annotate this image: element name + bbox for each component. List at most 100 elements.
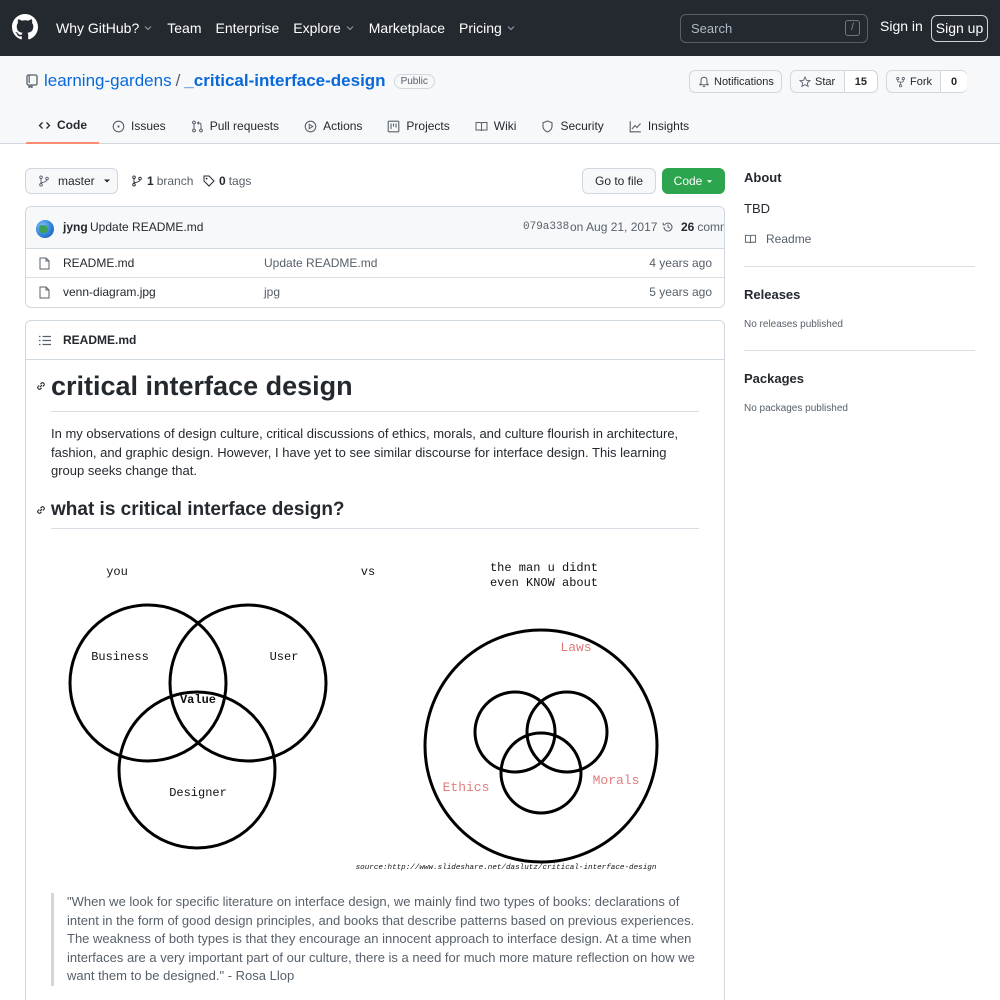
nav-marketplace[interactable]: Marketplace	[369, 20, 445, 36]
file-icon	[39, 257, 50, 270]
file-name-link[interactable]: venn-diagram.jpg	[63, 285, 156, 299]
repo-title: learning-gardens / _critical-interface-d…	[44, 71, 435, 91]
fork-label: Fork	[910, 75, 932, 88]
venn-left-title: you	[106, 565, 128, 579]
star-button[interactable]: Star 15	[790, 70, 878, 93]
branches-link[interactable]: 1 branch	[131, 174, 193, 188]
readme-heading-2: what is critical interface design?	[51, 499, 699, 529]
star-icon	[799, 75, 811, 87]
readme-link[interactable]: Readme	[744, 232, 811, 246]
file-name-link[interactable]: README.md	[63, 256, 134, 270]
tag-label: tags	[228, 174, 252, 188]
tags-link[interactable]: 0 tags	[203, 174, 251, 188]
sign-up-button[interactable]: Sign up	[931, 15, 988, 42]
link-icon[interactable]	[35, 380, 47, 392]
tab-issues[interactable]: Issues	[100, 108, 178, 144]
venn-label-business: Business	[91, 650, 149, 664]
nav-label: Explore	[293, 20, 341, 36]
sidebar-divider	[744, 266, 975, 267]
repo-name-link[interactable]: _critical-interface-design	[184, 71, 385, 91]
tab-projects[interactable]: Projects	[375, 108, 461, 144]
venn-circle-business	[68, 603, 228, 763]
venn-circle-user	[168, 603, 328, 763]
global-header: Why GitHub? Team Enterprise Explore Mark…	[0, 0, 1000, 56]
star-segment: Star	[791, 71, 844, 92]
about-description: TBD	[744, 201, 770, 216]
code-button-label: Code	[673, 174, 703, 188]
code-icon	[38, 121, 51, 129]
book-icon	[475, 121, 488, 131]
file-commit-message[interactable]: jpg	[264, 285, 280, 299]
commit-sha[interactable]: 079a338	[523, 221, 569, 233]
commit-count-label: commits	[697, 220, 724, 234]
search-input[interactable]	[680, 14, 868, 43]
venn-vs-label: vs	[361, 565, 375, 579]
caret-down-icon	[707, 179, 713, 183]
commit-count: 26	[681, 220, 695, 234]
table-row[interactable]: README.md Update README.md 4 years ago	[26, 249, 724, 278]
readme-link-label: Readme	[766, 232, 812, 246]
repo-owner-link[interactable]: learning-gardens	[44, 71, 172, 91]
venn-label-morals: Morals	[593, 773, 640, 788]
tab-pull-requests[interactable]: Pull requests	[179, 108, 291, 144]
releases-heading[interactable]: Releases	[744, 287, 800, 302]
link-icon[interactable]	[35, 504, 47, 516]
chevron-down-icon	[346, 26, 354, 31]
tab-actions[interactable]: Actions	[292, 108, 374, 144]
branch-select-button[interactable]: master	[25, 168, 118, 194]
readme-blockquote: "When we look for specific literature on…	[51, 893, 699, 986]
file-commit-message[interactable]: Update README.md	[264, 256, 377, 270]
branch-count: 1	[147, 174, 154, 188]
avatar[interactable]	[36, 220, 54, 238]
nav-label: Enterprise	[215, 20, 280, 36]
go-to-file-button[interactable]: Go to file	[582, 168, 656, 194]
tab-wiki[interactable]: Wiki	[463, 108, 529, 144]
fork-icon	[896, 76, 905, 87]
readme-filename[interactable]: README.md	[63, 333, 136, 347]
history-icon	[662, 222, 673, 232]
shield-icon	[542, 119, 554, 133]
tab-insights[interactable]: Insights	[617, 108, 701, 144]
commit-author[interactable]: jyng	[63, 220, 88, 234]
github-logo-icon[interactable]	[12, 14, 38, 40]
packages-heading[interactable]: Packages	[744, 371, 804, 386]
nav-pricing[interactable]: Pricing	[459, 20, 516, 36]
file-browser: jyng Update README.md 079a338 on Aug 21,…	[25, 206, 725, 308]
commits-history-link[interactable]: 26 commits	[662, 220, 724, 234]
tab-label: Security	[560, 119, 604, 133]
commit-date: on Aug 21, 2017	[570, 220, 658, 234]
fork-segment: Fork	[887, 71, 940, 92]
tab-security[interactable]: Security	[529, 108, 615, 144]
table-row[interactable]: venn-diagram.jpg jpg 5 years ago	[26, 278, 724, 307]
tab-label: Code	[57, 118, 87, 132]
nav-team[interactable]: Team	[167, 20, 201, 36]
sign-in-link[interactable]: Sign in	[880, 18, 923, 34]
branch-label: branch	[156, 174, 194, 188]
star-label: Star	[815, 75, 836, 88]
nav-why-github[interactable]: Why GitHub?	[56, 20, 153, 36]
commit-message[interactable]: Update README.md	[90, 220, 203, 234]
repo-title-separator: /	[175, 71, 181, 90]
chevron-down-icon	[507, 26, 515, 31]
notifications-button[interactable]: Notifications	[689, 70, 782, 93]
venn-right-title-line-2: even KNOW about	[490, 576, 598, 590]
file-age: 4 years ago	[649, 256, 712, 270]
list-icon[interactable]	[39, 335, 51, 346]
tab-code[interactable]: Code	[26, 108, 99, 144]
branch-icon	[39, 175, 49, 187]
tab-label: Insights	[647, 119, 690, 133]
readme-intro-paragraph: In my observations of design culture, cr…	[51, 426, 679, 478]
code-dropdown-button[interactable]: Code	[662, 168, 725, 194]
releases-empty-text: No releases published	[744, 319, 843, 330]
branch-name: master	[58, 174, 95, 188]
visibility-badge: Public	[393, 73, 435, 89]
book-icon	[744, 234, 757, 244]
venn-circle-outer	[423, 628, 659, 864]
nav-enterprise[interactable]: Enterprise	[215, 20, 279, 36]
venn-label-ethics: Ethics	[443, 780, 490, 795]
fork-button[interactable]: Fork 0	[886, 70, 968, 93]
issue-icon	[112, 120, 125, 132]
repo-tabs: Code Issues Pull requests Actions Projec…	[26, 108, 702, 144]
branch-icon	[132, 175, 142, 187]
nav-explore[interactable]: Explore	[293, 20, 354, 36]
